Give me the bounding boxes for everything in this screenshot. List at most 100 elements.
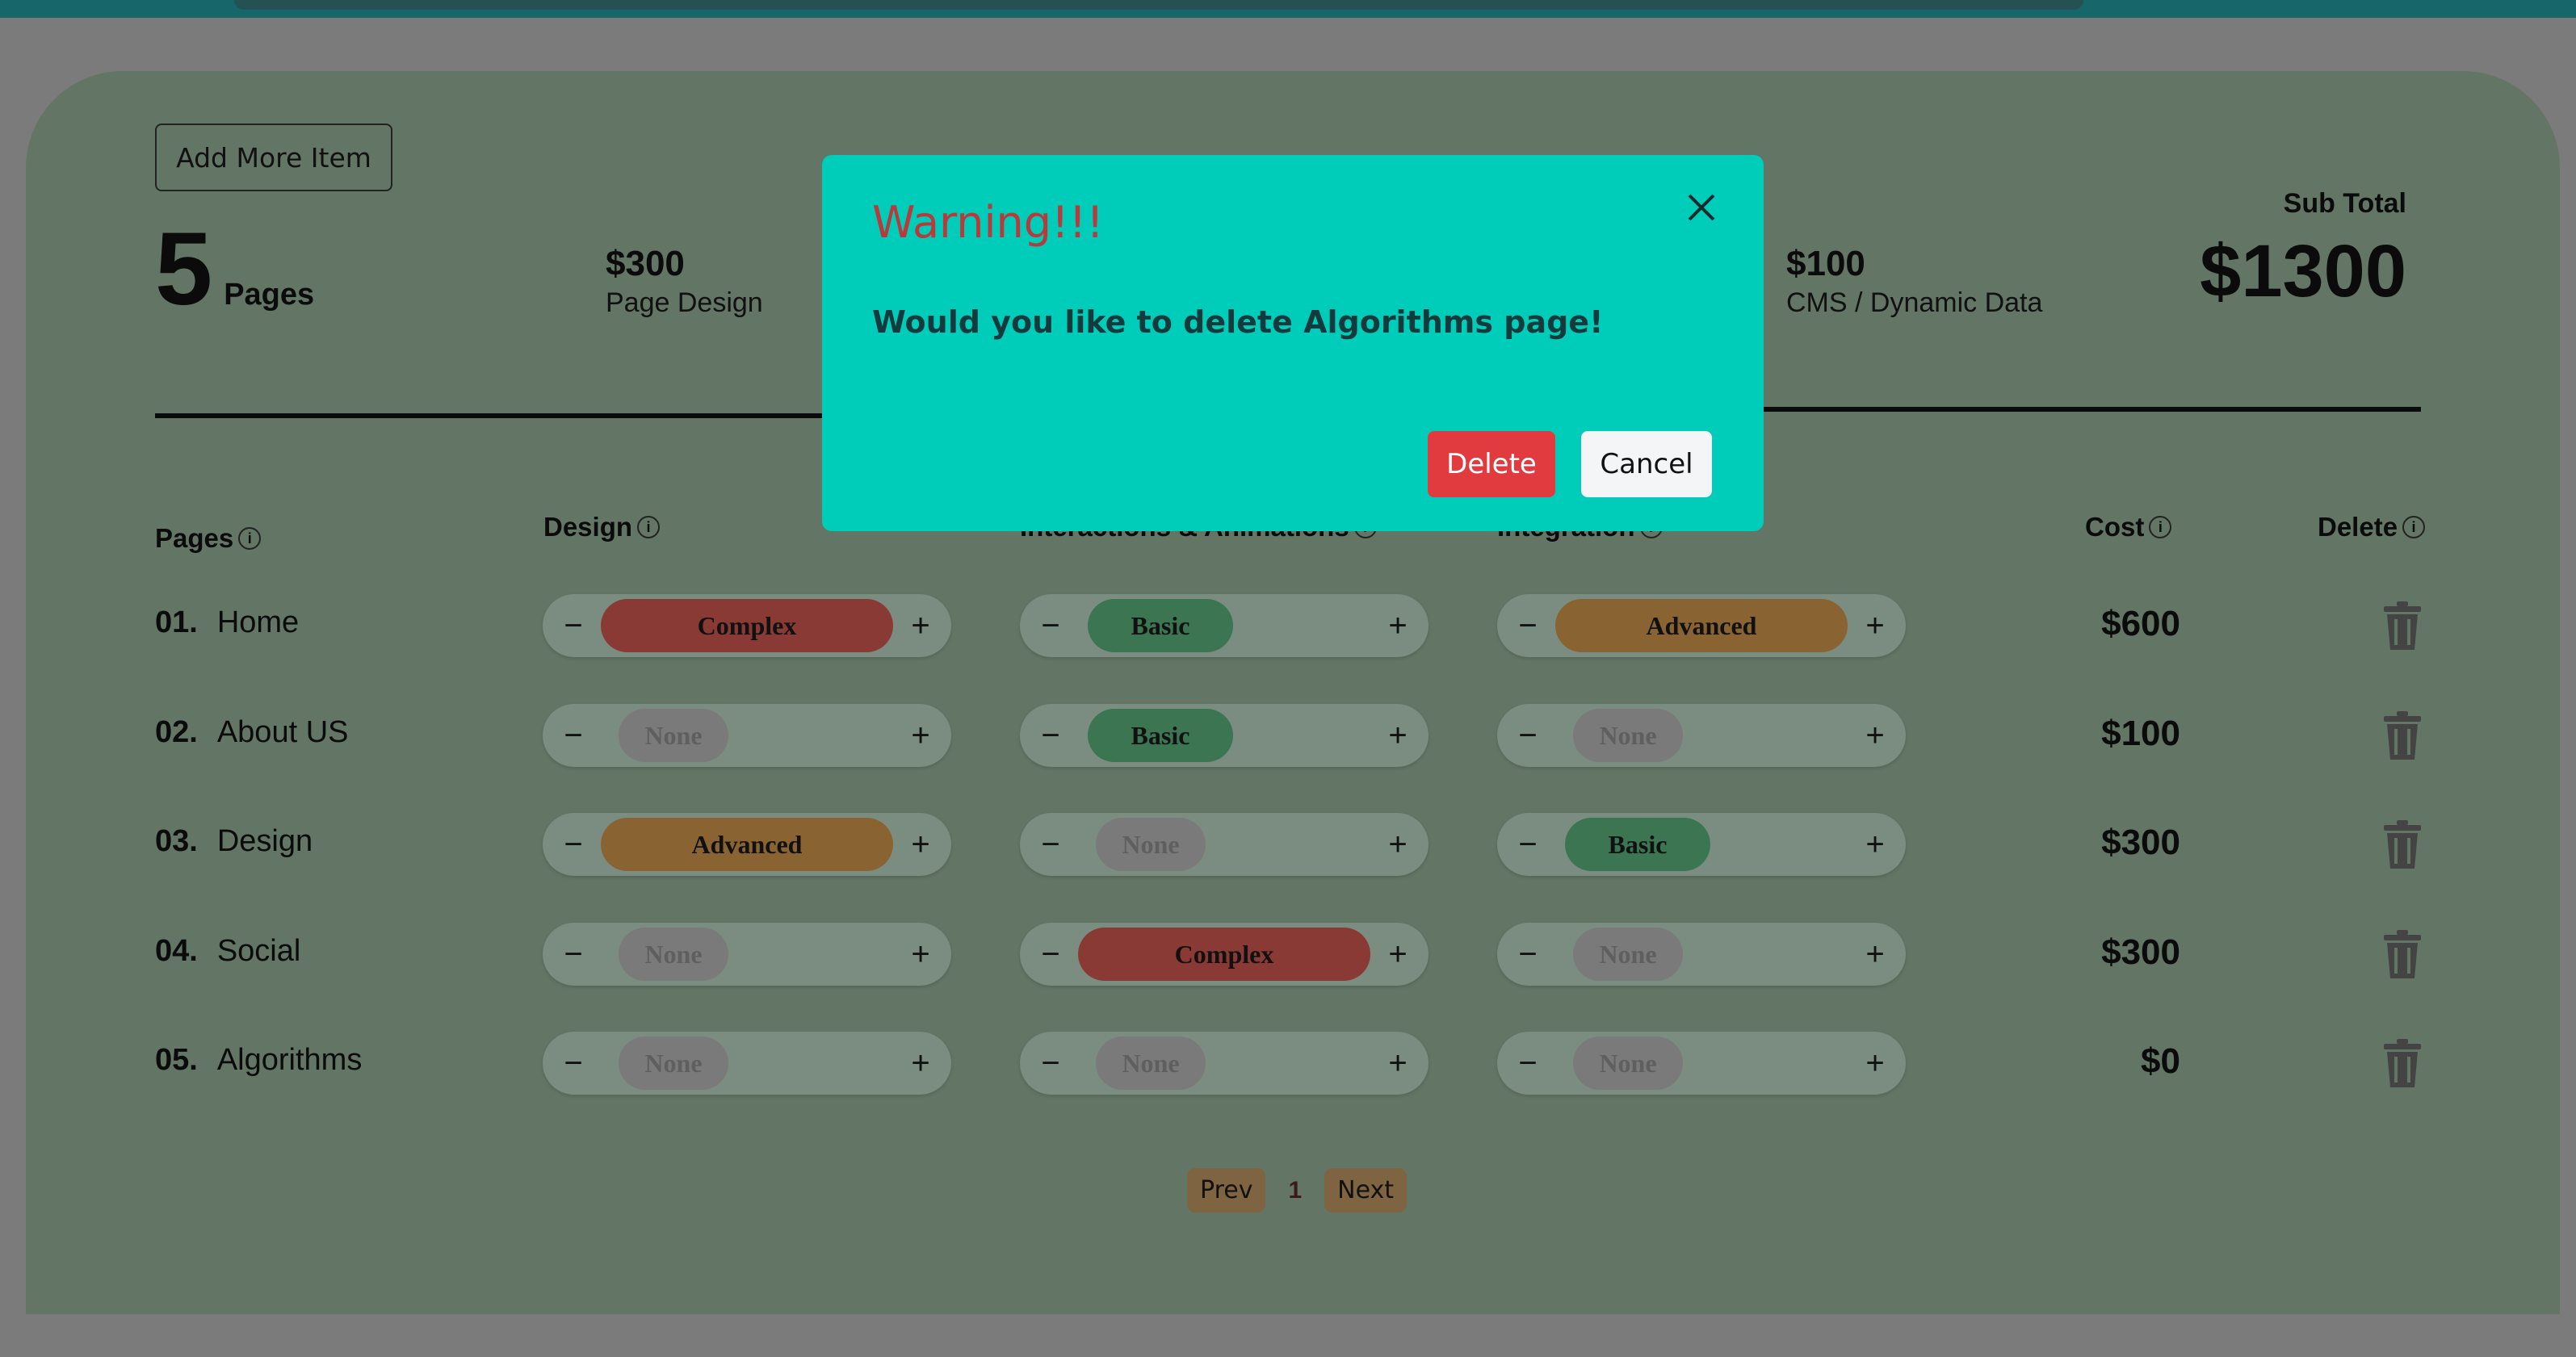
trash-icon[interactable] [2382,820,2423,870]
cancel-button[interactable]: Cancel [1581,431,1712,497]
integration-stepper: − None + [1497,704,1906,767]
increment-button[interactable]: + [896,594,945,657]
decrement-button[interactable]: − [549,704,598,767]
decrement-button[interactable]: − [1504,704,1552,767]
dialog-title: Warning!!! [872,197,1104,248]
table-row-label: 01. Home [155,605,299,640]
page-design-amount: $300 [606,244,685,283]
row-page-name: About US [216,715,349,749]
header-design-label: Design [543,512,633,542]
increment-button[interactable]: + [1374,813,1422,876]
next-button[interactable]: Next [1324,1168,1408,1213]
close-icon[interactable] [1681,187,1722,228]
dialog-message: Would you like to delete Algorithms page… [872,304,1604,340]
increment-button[interactable]: + [896,813,945,876]
increment-button[interactable]: + [1374,704,1422,767]
decrement-button[interactable]: − [1026,923,1075,986]
decrement-button[interactable]: − [1026,813,1075,876]
header-cost-label: Cost [2085,512,2145,542]
decrement-button[interactable]: − [1026,1032,1075,1095]
integration-stepper: − Basic + [1497,813,1906,876]
level-pill: None [1573,709,1683,762]
decrement-button[interactable]: − [1504,1032,1552,1095]
level-pill: Complex [1078,928,1370,981]
delete-button[interactable]: Delete [1428,431,1555,497]
level-pill: None [1573,1037,1683,1090]
decrement-button[interactable]: − [1026,704,1075,767]
row-number: 05. [155,1043,198,1077]
level-pill: None [1096,1037,1206,1090]
level-pill: Basic [1088,709,1233,762]
row-number: 03. [155,824,198,858]
decrement-button[interactable]: − [549,923,598,986]
level-pill: None [1573,928,1683,981]
design-stepper: − None + [543,704,951,767]
prev-button[interactable]: Prev [1187,1168,1266,1213]
row-cost: $100 [2101,714,2180,753]
delete-confirm-dialog: Warning!!! Would you like to delete Algo… [822,155,1764,531]
row-page-name: Social [216,934,301,968]
integration-stepper: − None + [1497,1032,1906,1095]
row-number: 01. [155,605,198,639]
interactions-stepper: − None + [1020,1032,1429,1095]
header-pages: Pages i [155,523,262,554]
trash-icon[interactable] [2382,1039,2423,1089]
cms-label: CMS / Dynamic Data [1786,287,2043,318]
row-cost: $300 [2101,823,2180,862]
current-page[interactable]: 1 [1288,1177,1302,1204]
table-row-label: 04. Social [155,934,300,969]
row-page-name: Home [216,605,300,639]
pages-count-label: Pages [224,278,315,312]
increment-button[interactable]: + [896,923,945,986]
row-cost: $300 [2101,932,2180,972]
info-icon[interactable]: i [2402,516,2426,538]
increment-button[interactable]: + [1851,813,1899,876]
divider-left [155,413,825,418]
trash-icon[interactable] [2382,601,2423,651]
level-pill: Basic [1565,818,1710,871]
cms-amount: $100 [1786,244,1865,283]
info-icon[interactable]: i [2149,516,2172,538]
decrement-button[interactable]: − [1026,594,1075,657]
header-pages-label: Pages [155,523,234,553]
increment-button[interactable]: + [1851,594,1899,657]
increment-button[interactable]: + [896,704,945,767]
decrement-button[interactable]: − [549,813,598,876]
pages-count-number: 5 [155,212,213,327]
decrement-button[interactable]: − [549,594,598,657]
top-bar-inner [234,0,2083,10]
integration-stepper: − Advanced + [1497,594,1906,657]
cms-stat: $100 CMS / Dynamic Data [1786,244,2042,319]
decrement-button[interactable]: − [1504,923,1552,986]
interactions-stepper: − Basic + [1020,704,1429,767]
pages-count: 5 Pages [155,218,314,321]
sub-total-label: Sub Total [2283,188,2406,219]
table-row-label: 05. Algorithms [155,1043,362,1078]
level-pill: Basic [1088,599,1233,652]
trash-icon[interactable] [2382,930,2423,980]
design-stepper: − None + [543,923,951,986]
increment-button[interactable]: + [1851,704,1899,767]
header-delete: Delete i [2318,512,2426,542]
trash-icon[interactable] [2382,711,2423,761]
increment-button[interactable]: + [1851,1032,1899,1095]
increment-button[interactable]: + [1851,923,1899,986]
row-cost: $0 [2141,1041,2180,1081]
row-page-name: Algorithms [216,1043,363,1077]
page-design-stat: $300 Page Design [606,244,763,319]
increment-button[interactable]: + [1374,594,1422,657]
decrement-button[interactable]: − [549,1032,598,1095]
decrement-button[interactable]: − [1504,594,1552,657]
add-more-item-button[interactable]: Add More Item [155,124,392,191]
header-cost: Cost i [2085,512,2172,542]
interactions-stepper: − Basic + [1020,594,1429,657]
decrement-button[interactable]: − [1504,813,1552,876]
increment-button[interactable]: + [1374,1032,1422,1095]
increment-button[interactable]: + [1374,923,1422,986]
info-icon[interactable]: i [637,516,661,538]
design-stepper: − Advanced + [543,813,951,876]
level-pill: None [619,1037,728,1090]
info-icon[interactable]: i [238,527,262,550]
level-pill: Advanced [1555,599,1848,652]
increment-button[interactable]: + [896,1032,945,1095]
